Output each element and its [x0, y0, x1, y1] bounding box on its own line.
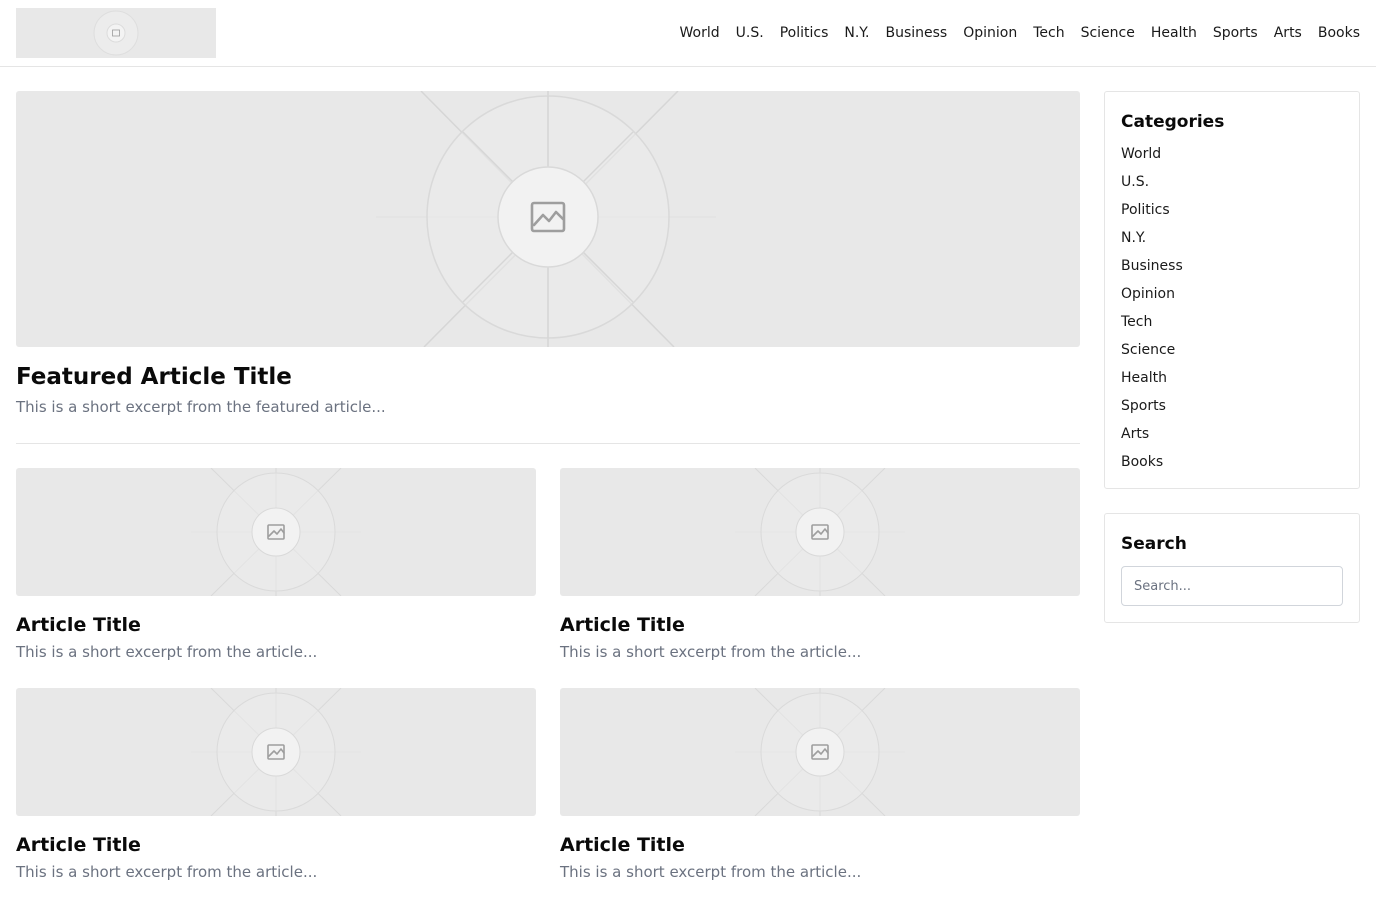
article-excerpt: This is a short excerpt from the article… — [560, 863, 862, 881]
category-link-politics[interactable]: Politics — [1121, 200, 1183, 228]
nav-link-arts[interactable]: Arts — [1274, 25, 1302, 41]
category-link-world[interactable]: World — [1121, 144, 1183, 172]
image-placeholder-icon — [93, 10, 139, 56]
nav-link-tech[interactable]: Tech — [1033, 25, 1064, 41]
category-link-health[interactable]: Health — [1121, 368, 1183, 396]
featured-image[interactable] — [16, 91, 1080, 347]
site-header: World U.S. Politics N.Y. Business Opinio… — [0, 0, 1376, 67]
nav-link-health[interactable]: Health — [1151, 25, 1197, 41]
image-placeholder-icon — [191, 688, 361, 816]
nav-link-world[interactable]: World — [680, 25, 720, 41]
nav-link-opinion[interactable]: Opinion — [963, 25, 1017, 41]
nav-link-books[interactable]: Books — [1318, 25, 1360, 41]
category-link-business[interactable]: Business — [1121, 256, 1183, 284]
search-title: Search — [1121, 534, 1187, 554]
nav-link-sports[interactable]: Sports — [1213, 25, 1258, 41]
article-image[interactable] — [16, 688, 536, 816]
featured-article-excerpt: This is a short excerpt from the feature… — [16, 398, 386, 416]
article-image[interactable] — [560, 468, 1080, 596]
article-title[interactable]: Article Title — [560, 834, 685, 856]
article-excerpt: This is a short excerpt from the article… — [560, 643, 862, 661]
image-placeholder-icon — [735, 688, 905, 816]
categories-list: World U.S. Politics N.Y. Business Opinio… — [1121, 144, 1183, 480]
nav-link-science[interactable]: Science — [1081, 25, 1135, 41]
search-card: Search — [1104, 513, 1360, 623]
category-link-books[interactable]: Books — [1121, 452, 1183, 480]
featured-article-title[interactable]: Featured Article Title — [16, 364, 292, 390]
categories-card: Categories World U.S. Politics N.Y. Busi… — [1104, 91, 1360, 489]
article-excerpt: This is a short excerpt from the article… — [16, 863, 318, 881]
category-link-ny[interactable]: N.Y. — [1121, 228, 1183, 256]
site-logo[interactable] — [16, 8, 216, 58]
image-placeholder-icon — [191, 468, 361, 596]
category-link-science[interactable]: Science — [1121, 340, 1183, 368]
category-link-opinion[interactable]: Opinion — [1121, 284, 1183, 312]
article-image[interactable] — [16, 468, 536, 596]
search-input[interactable] — [1121, 566, 1343, 606]
category-link-us[interactable]: U.S. — [1121, 172, 1183, 200]
nav-link-ny[interactable]: N.Y. — [844, 25, 869, 41]
nav-link-politics[interactable]: Politics — [780, 25, 829, 41]
article-excerpt: This is a short excerpt from the article… — [16, 643, 318, 661]
category-link-tech[interactable]: Tech — [1121, 312, 1183, 340]
article-title[interactable]: Article Title — [16, 834, 141, 856]
article-image[interactable] — [560, 688, 1080, 816]
main-nav: World U.S. Politics N.Y. Business Opinio… — [664, 0, 1360, 66]
article-title[interactable]: Article Title — [16, 614, 141, 636]
image-placeholder-icon — [376, 91, 716, 347]
article-title[interactable]: Article Title — [560, 614, 685, 636]
section-divider — [16, 443, 1080, 444]
image-placeholder-icon — [735, 468, 905, 596]
categories-title: Categories — [1121, 112, 1225, 132]
category-link-sports[interactable]: Sports — [1121, 396, 1183, 424]
nav-link-business[interactable]: Business — [885, 25, 947, 41]
nav-link-us[interactable]: U.S. — [736, 25, 764, 41]
category-link-arts[interactable]: Arts — [1121, 424, 1183, 452]
